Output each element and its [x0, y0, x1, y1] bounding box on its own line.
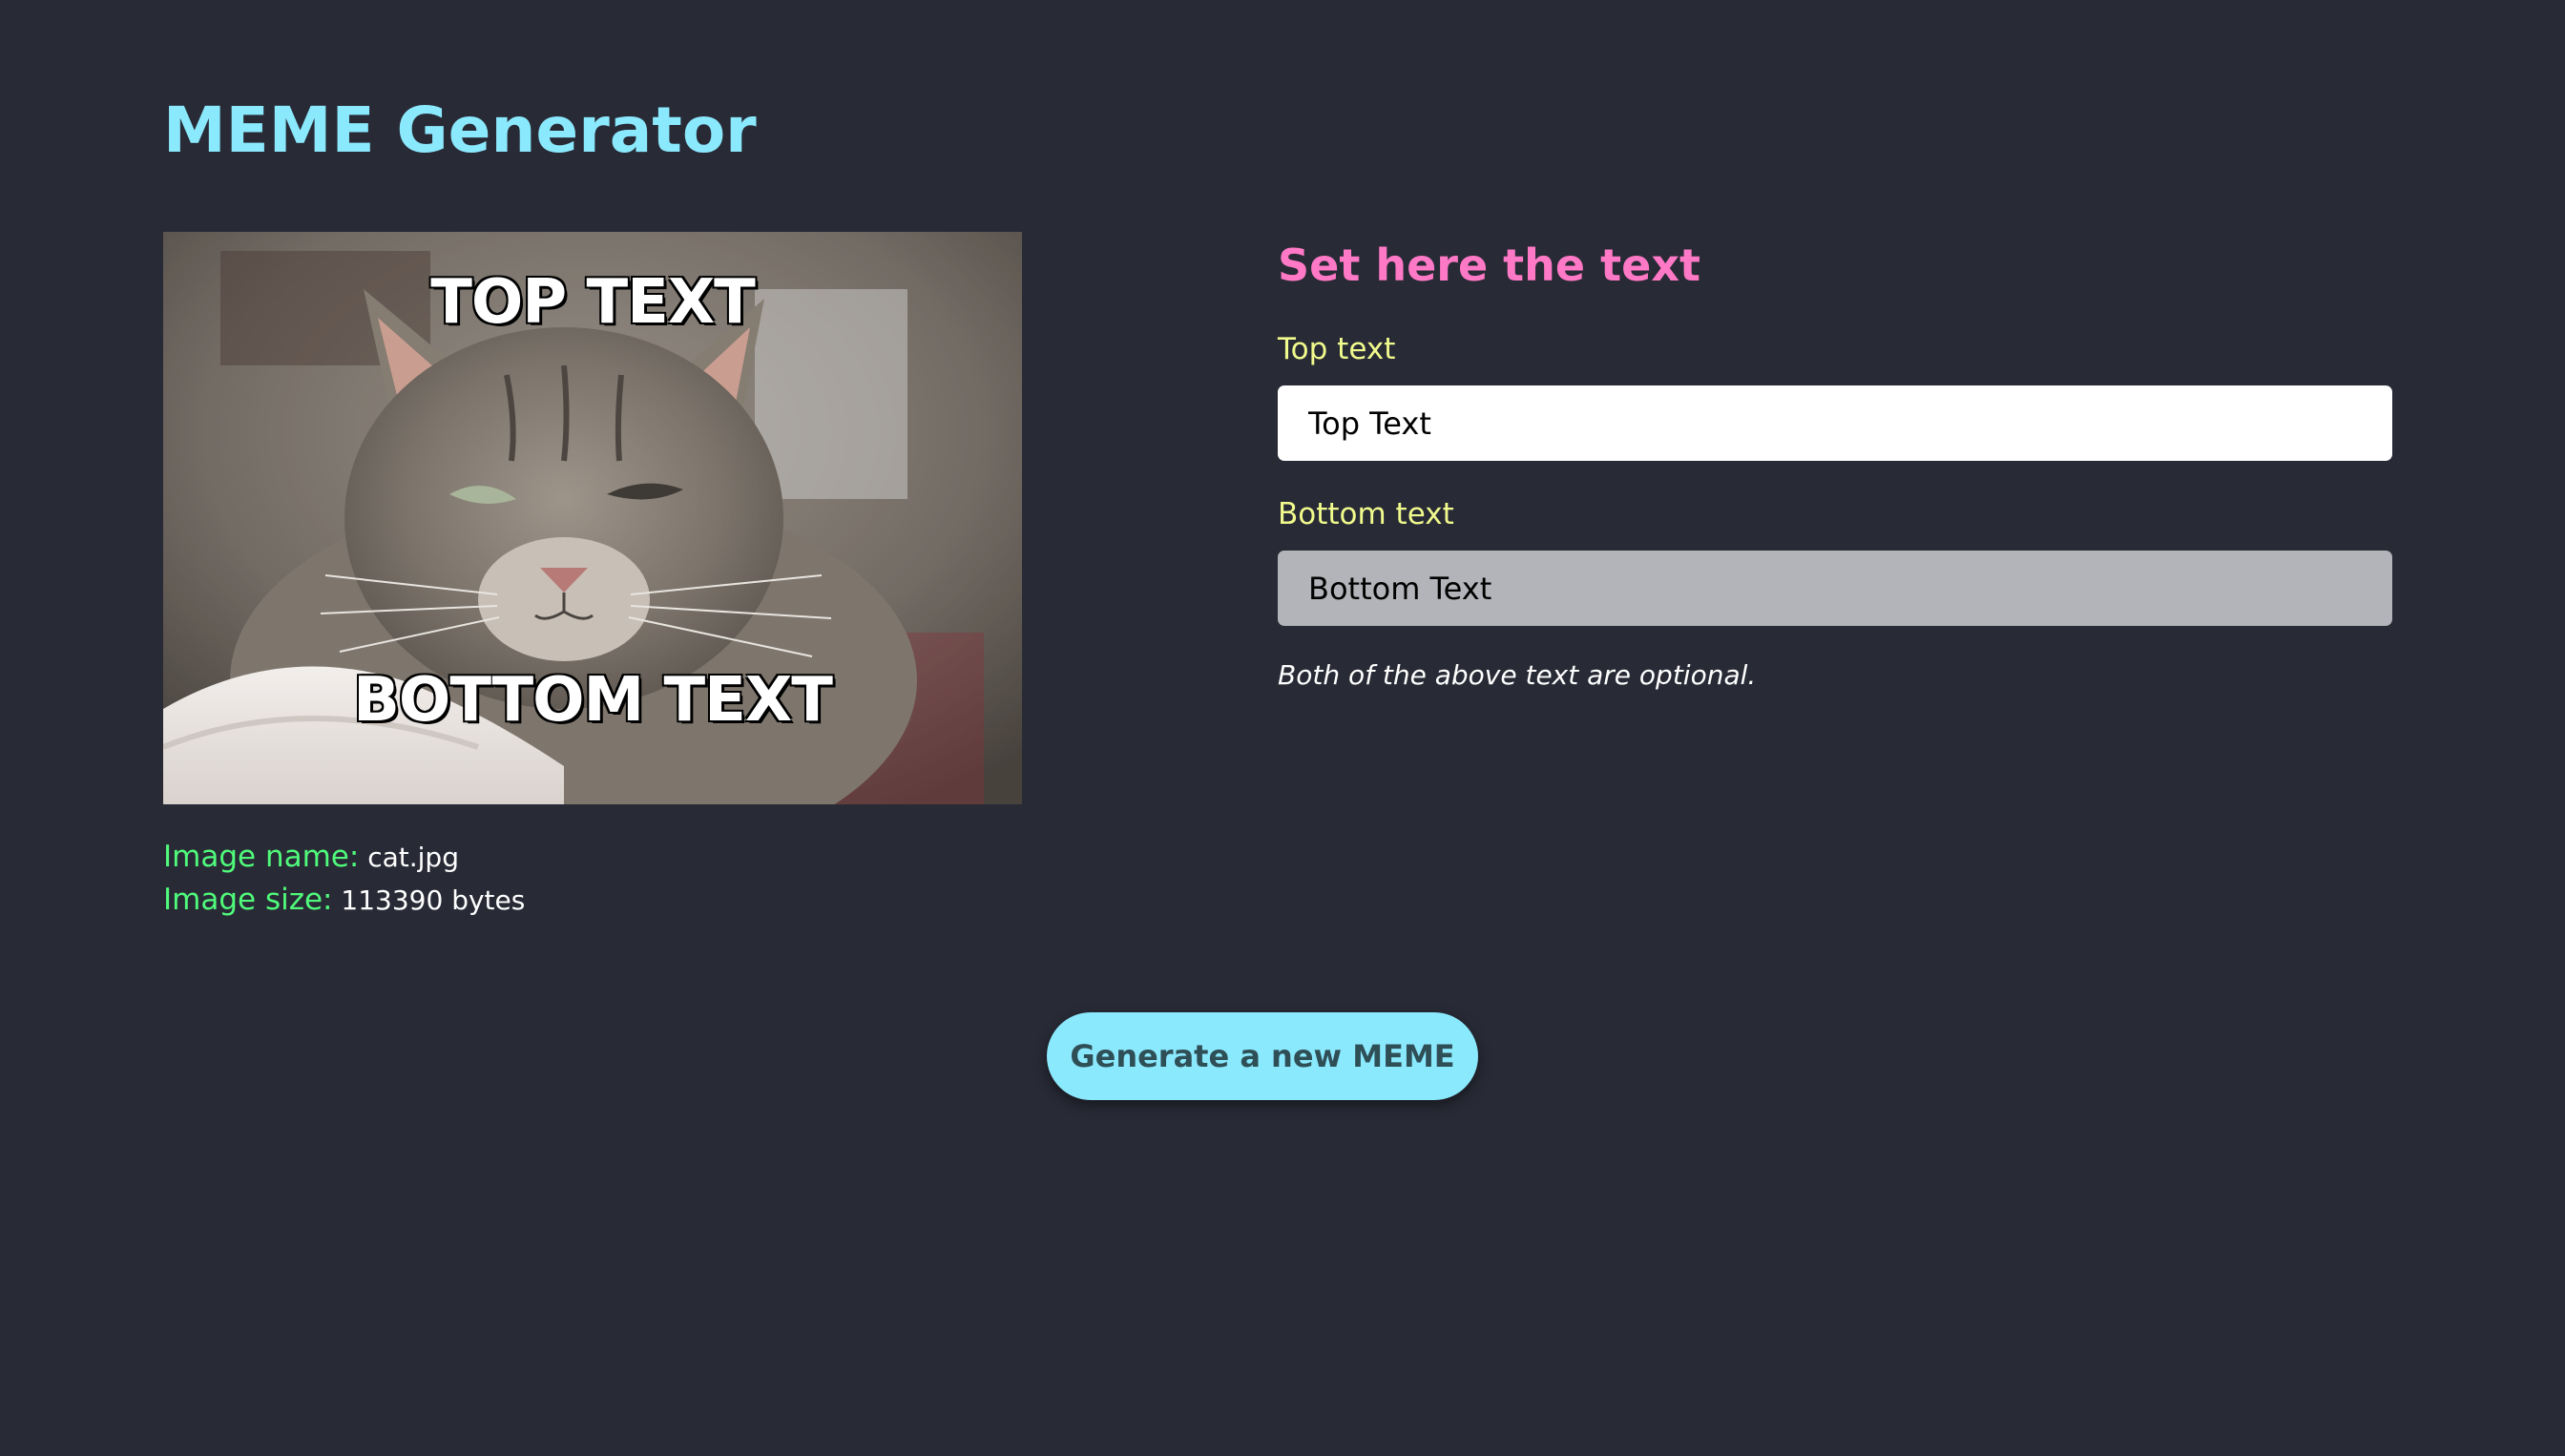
bottom-text-input[interactable]	[1278, 551, 2392, 626]
image-name-value: cat.jpg	[367, 842, 459, 873]
bottom-text-label: Bottom text	[1278, 497, 1454, 531]
image-size-row: Image size: 113390 bytes	[163, 879, 525, 922]
image-name-row: Image name: cat.jpg	[163, 836, 525, 879]
optional-hint: Both of the above text are optional.	[1278, 659, 1757, 691]
form-title: Set here the text	[1278, 239, 1700, 291]
top-text-input[interactable]	[1278, 385, 2392, 461]
image-info: Image name: cat.jpg Image size: 113390 b…	[163, 836, 525, 922]
image-size-label: Image size:	[163, 883, 333, 917]
image-size-value: 113390 bytes	[341, 884, 526, 916]
meme-top-text: TOP TEXT	[430, 267, 756, 338]
page-title: MEME Generator	[163, 94, 757, 167]
meme-preview: TOP TEXT BOTTOM TEXT	[163, 232, 1022, 804]
generate-meme-button[interactable]: Generate a new MEME	[1047, 1012, 1478, 1100]
image-name-label: Image name:	[163, 840, 360, 874]
top-text-label: Top text	[1278, 332, 1396, 366]
meme-generator-page: MEME Generator TOP TEXT BOTTOM TEXT Imag…	[0, 0, 2565, 1456]
meme-bottom-text: BOTTOM TEXT	[353, 665, 833, 736]
